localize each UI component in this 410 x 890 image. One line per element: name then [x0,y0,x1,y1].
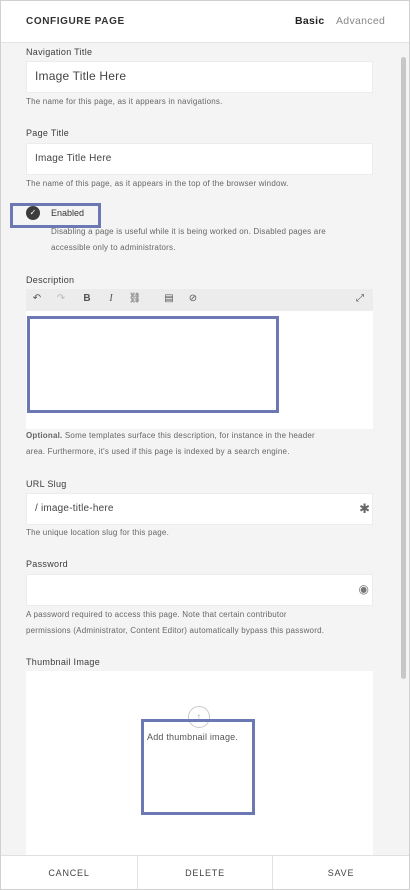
configure-page-panel: CONFIGURE PAGE Basic Advanced Navigation… [0,0,410,890]
undo-icon[interactable]: ↶ [30,293,44,304]
description-editor[interactable] [26,311,373,429]
enabled-checkbox[interactable]: ✓ [26,206,40,220]
navigation-title-input[interactable]: Image Title Here [26,61,373,93]
password-input[interactable]: ◉ [26,574,373,606]
cancel-button[interactable]: CANCEL [1,856,137,889]
thumbnail-label: Thumbnail Image [26,657,101,667]
navigation-title-label: Navigation Title [26,47,93,57]
description-help-optional: Optional. [26,431,63,440]
redo-icon[interactable]: ↷ [54,293,68,304]
password-help-line2: permissions (Administrator, Content Edit… [26,626,325,635]
page-title-input[interactable]: Image Title Here [26,143,373,175]
description-toolbar: ↶ ↷ B I ⛓ ▤ ⊘ ⤢ [26,289,373,311]
url-slug-label: URL Slug [26,479,67,489]
enabled-label: Enabled [51,208,85,218]
thumbnail-dropzone[interactable] [26,671,373,855]
upload-arrow-icon[interactable]: ↑ [188,706,210,728]
bold-icon[interactable]: B [80,293,94,304]
panel-footer: CANCEL DELETE SAVE [1,855,409,889]
enabled-help-line2: accessible only to administrators. [51,243,176,252]
panel-content[interactable]: Navigation Title Image Title Here The na… [1,43,399,855]
description-help-text: Some templates surface this description,… [62,431,315,440]
tab-advanced[interactable]: Advanced [336,15,385,27]
scrollbar-thumb[interactable] [401,57,406,679]
page-title-help: The name of this page, as it appears in … [26,179,289,188]
delete-button[interactable]: DELETE [138,856,272,889]
block-icon[interactable]: ▤ [162,293,176,304]
asterisk-icon: ✱ [359,501,370,516]
page-title-label: Page Title [26,128,70,138]
panel-header: CONFIGURE PAGE Basic Advanced [1,1,409,43]
visibility-icon[interactable]: ◉ [359,582,369,596]
navigation-title-help: The name for this page, as it appears in… [26,97,223,106]
page-title-value: Image Title Here [35,153,112,164]
italic-icon[interactable]: I [104,293,118,304]
description-help-line2: area. Furthermore, it's used if this pag… [26,447,290,456]
description-label: Description [26,275,75,285]
add-thumbnail-label[interactable]: Add thumbnail image. [147,732,238,742]
link-icon[interactable]: ⛓ [128,293,142,304]
expand-icon[interactable]: ⤢ [353,293,367,304]
save-button[interactable]: SAVE [273,856,409,889]
enabled-help-line1: Disabling a page is useful while it is b… [51,227,326,236]
clear-format-icon[interactable]: ⊘ [186,293,200,304]
password-label: Password [26,559,68,569]
url-slug-input[interactable]: / image-title-here ✱ [26,493,373,525]
url-slug-help: The unique location slug for this page. [26,528,169,537]
navigation-title-value: Image Title Here [35,69,127,83]
tab-basic[interactable]: Basic [295,15,325,27]
url-slug-value: / image-title-here [35,503,114,514]
checkmark-icon: ✓ [29,208,37,217]
description-help-line1: Optional. Some templates surface this de… [26,428,376,444]
password-help-line1: A password required to access this page.… [26,610,287,619]
panel-title: CONFIGURE PAGE [26,16,125,27]
